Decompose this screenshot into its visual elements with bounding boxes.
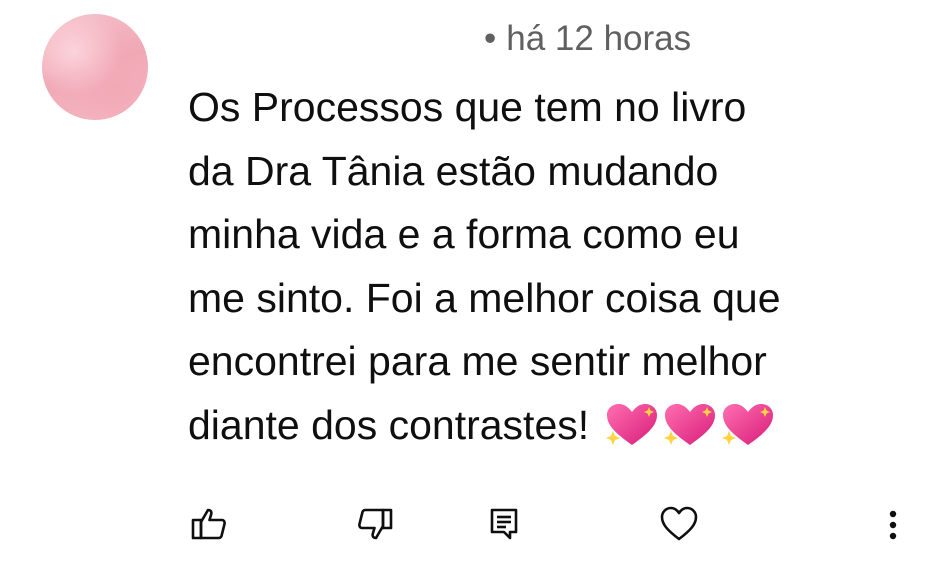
thumbs-up-icon — [191, 508, 226, 540]
more-vertical-icon — [889, 510, 897, 540]
separator-dot: • — [484, 19, 497, 58]
heart-button[interactable] — [656, 500, 702, 548]
reply-icon — [490, 508, 518, 540]
reply-button[interactable] — [484, 500, 524, 548]
sparkling-heart-icon — [605, 402, 659, 466]
comment-text: Os Processos que tem no livro da Dra Tân… — [188, 84, 781, 448]
dislike-button[interactable] — [352, 500, 398, 548]
like-button[interactable] — [186, 500, 232, 548]
sparkling-heart-icon — [721, 402, 775, 466]
comment-body: Os Processos que tem no livro da Dra Tân… — [188, 76, 928, 465]
user-avatar[interactable] — [42, 14, 148, 120]
comment-timestamp: • há 12 horas — [484, 18, 691, 60]
thumbs-down-icon — [358, 508, 393, 540]
heart-icon — [660, 506, 698, 541]
comment-actions-bar — [0, 500, 941, 550]
sparkling-heart-icon — [663, 402, 717, 466]
more-options-button[interactable] — [878, 500, 908, 548]
timestamp-text: há 12 horas — [506, 19, 692, 58]
